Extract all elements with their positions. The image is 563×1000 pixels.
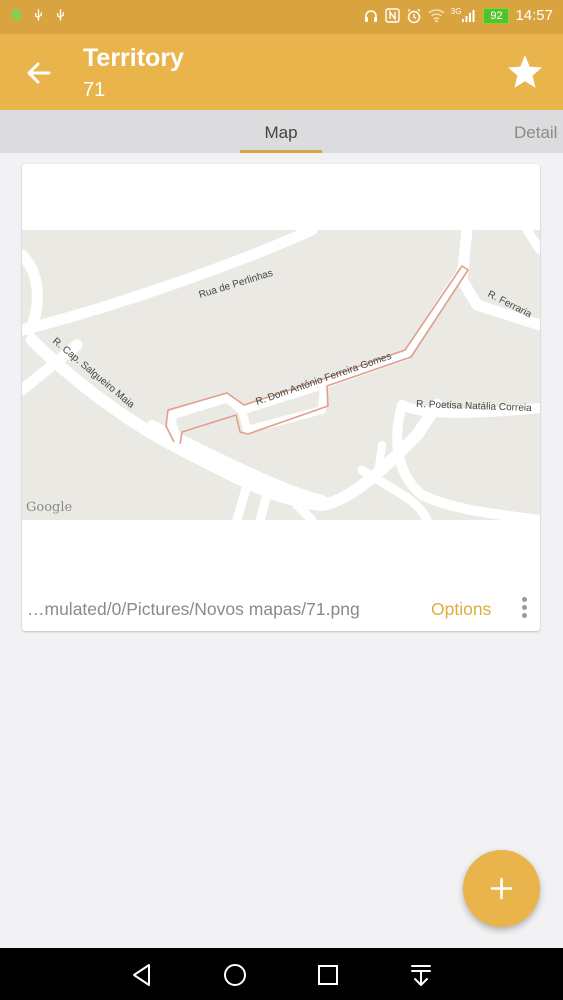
system-indicators: 3G 92 14:57 — [363, 7, 553, 24]
add-button[interactable] — [463, 850, 540, 927]
app-bar: Territory 71 — [0, 34, 563, 110]
google-attribution: Google — [26, 500, 73, 515]
wifi-icon — [428, 9, 445, 23]
nav-recents-icon[interactable] — [315, 962, 341, 988]
status-bar: 3G 92 14:57 — [0, 0, 563, 34]
back-button[interactable] — [22, 56, 56, 90]
page-subtitle: 71 — [83, 79, 106, 101]
plus-icon — [490, 877, 513, 900]
system-nav-bar — [0, 948, 563, 1000]
signal-icon — [462, 10, 475, 22]
map-image[interactable]: Rua de Perlinhas R. Ferraria R. Cap. Sal… — [22, 230, 540, 520]
usb-icon — [35, 9, 42, 21]
clock: 14:57 — [515, 7, 553, 24]
headset-icon — [364, 9, 377, 22]
nav-back-icon[interactable] — [129, 962, 155, 988]
notification-icons — [10, 8, 67, 22]
favorite-button[interactable] — [505, 52, 545, 92]
nav-notifications-icon[interactable] — [408, 962, 434, 988]
tab-detail[interactable]: Detail — [514, 123, 557, 143]
file-path: …mulated/0/Pictures/Novos mapas/71.png — [27, 599, 360, 619]
tab-map[interactable]: Map — [240, 123, 322, 143]
more-options-button[interactable] — [516, 597, 532, 621]
tab-bar: Map Detail — [0, 110, 563, 153]
star-icon — [508, 55, 542, 88]
more-vert-icon — [516, 597, 532, 618]
shield-check-icon — [11, 9, 22, 21]
tab-indicator — [240, 150, 322, 153]
battery-level: 92 — [483, 7, 510, 24]
nav-home-icon[interactable] — [222, 962, 248, 988]
alarm-icon — [407, 8, 421, 23]
map-card: Rua de Perlinhas R. Ferraria R. Cap. Sal… — [22, 164, 540, 631]
network-type: 3G — [450, 7, 462, 16]
arrow-left-icon — [27, 62, 51, 84]
page-title: Territory — [83, 44, 184, 72]
options-button[interactable]: Options — [431, 599, 491, 620]
card-footer: …mulated/0/Pictures/Novos mapas/71.png O… — [22, 589, 540, 629]
nfc-icon — [385, 8, 400, 23]
usb-icon — [57, 9, 64, 21]
